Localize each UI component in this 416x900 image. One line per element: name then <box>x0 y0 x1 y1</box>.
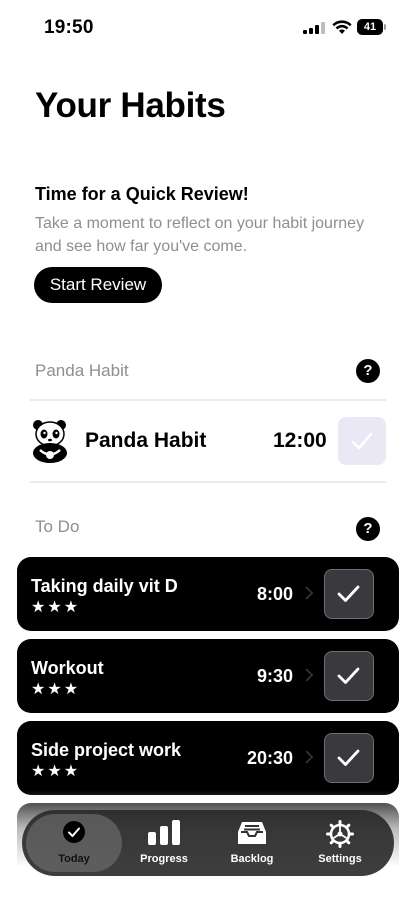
wifi-icon <box>332 20 352 34</box>
battery-icon: 41 <box>357 19 387 35</box>
tab-settings[interactable]: Settings <box>300 810 380 876</box>
divider <box>30 399 386 401</box>
bar-chart-icon <box>148 820 180 845</box>
checkmark-icon <box>337 667 360 684</box>
habit-stars: ★★★ <box>31 763 81 780</box>
divider <box>30 481 386 483</box>
review-description: Take a moment to reflect on your habit j… <box>35 215 365 255</box>
todo-help-button[interactable]: ? <box>356 517 380 541</box>
todo-section-header: To Do <box>35 517 80 536</box>
check-circle-icon <box>63 821 85 843</box>
panda-habit-checkbox[interactable] <box>338 417 386 465</box>
habit-checkbox[interactable] <box>324 569 374 619</box>
panda-help-button[interactable]: ? <box>356 359 380 383</box>
habit-name: Taking daily vit D <box>31 576 178 596</box>
status-bar: 19:50 41 <box>0 0 416 56</box>
tab-bar: Today Progress Backlog Settings <box>22 810 394 876</box>
panda-habit-time: 12:00 <box>273 429 327 452</box>
checkmark-icon <box>337 585 360 602</box>
panda-section-header: Panda Habit <box>35 361 129 380</box>
battery-level: 41 <box>363 21 377 33</box>
start-review-button[interactable]: Start Review <box>34 267 162 303</box>
checkmark-icon <box>351 432 373 450</box>
habit-time: 9:30 <box>256 666 293 686</box>
tab-progress[interactable]: Progress <box>124 810 204 876</box>
habit-checkbox[interactable] <box>324 651 374 701</box>
panda-icon <box>33 420 67 463</box>
tab-label: Backlog <box>230 853 274 865</box>
chevron-right-icon <box>305 750 314 764</box>
status-time: 19:50 <box>44 17 94 38</box>
review-title: Time for a Quick Review! <box>35 184 249 204</box>
tab-backlog[interactable]: Backlog <box>212 810 292 876</box>
chevron-right-icon <box>305 668 314 682</box>
habit-stars: ★★★ <box>31 681 81 698</box>
gear-icon <box>326 820 354 848</box>
page-title: Your Habits <box>35 86 226 125</box>
habit-stars: ★★★ <box>31 599 81 616</box>
habit-name: Side project work <box>31 740 182 760</box>
tab-today[interactable]: Today <box>26 810 122 876</box>
panda-habit-row[interactable]: Panda Habit 12:00 <box>18 417 398 465</box>
habit-card[interactable]: Workout ★★★ 9:30 <box>17 639 399 713</box>
tray-icon <box>238 822 266 844</box>
habit-card[interactable]: Taking daily vit D ★★★ 8:00 <box>17 557 399 631</box>
habit-name: Workout <box>31 658 104 678</box>
tab-label: Progress <box>140 853 188 865</box>
habit-card[interactable]: Side project work ★★★ 20:30 <box>17 721 399 795</box>
tab-label: Today <box>58 853 90 865</box>
checkmark-icon <box>337 749 360 766</box>
habit-time: 20:30 <box>246 748 293 768</box>
chevron-right-icon <box>305 586 314 600</box>
cellular-signal-icon <box>303 22 325 34</box>
habit-checkbox[interactable] <box>324 733 374 783</box>
habit-time: 8:00 <box>256 584 293 604</box>
panda-habit-name: Panda Habit <box>85 429 207 452</box>
tab-label: Settings <box>318 853 362 865</box>
